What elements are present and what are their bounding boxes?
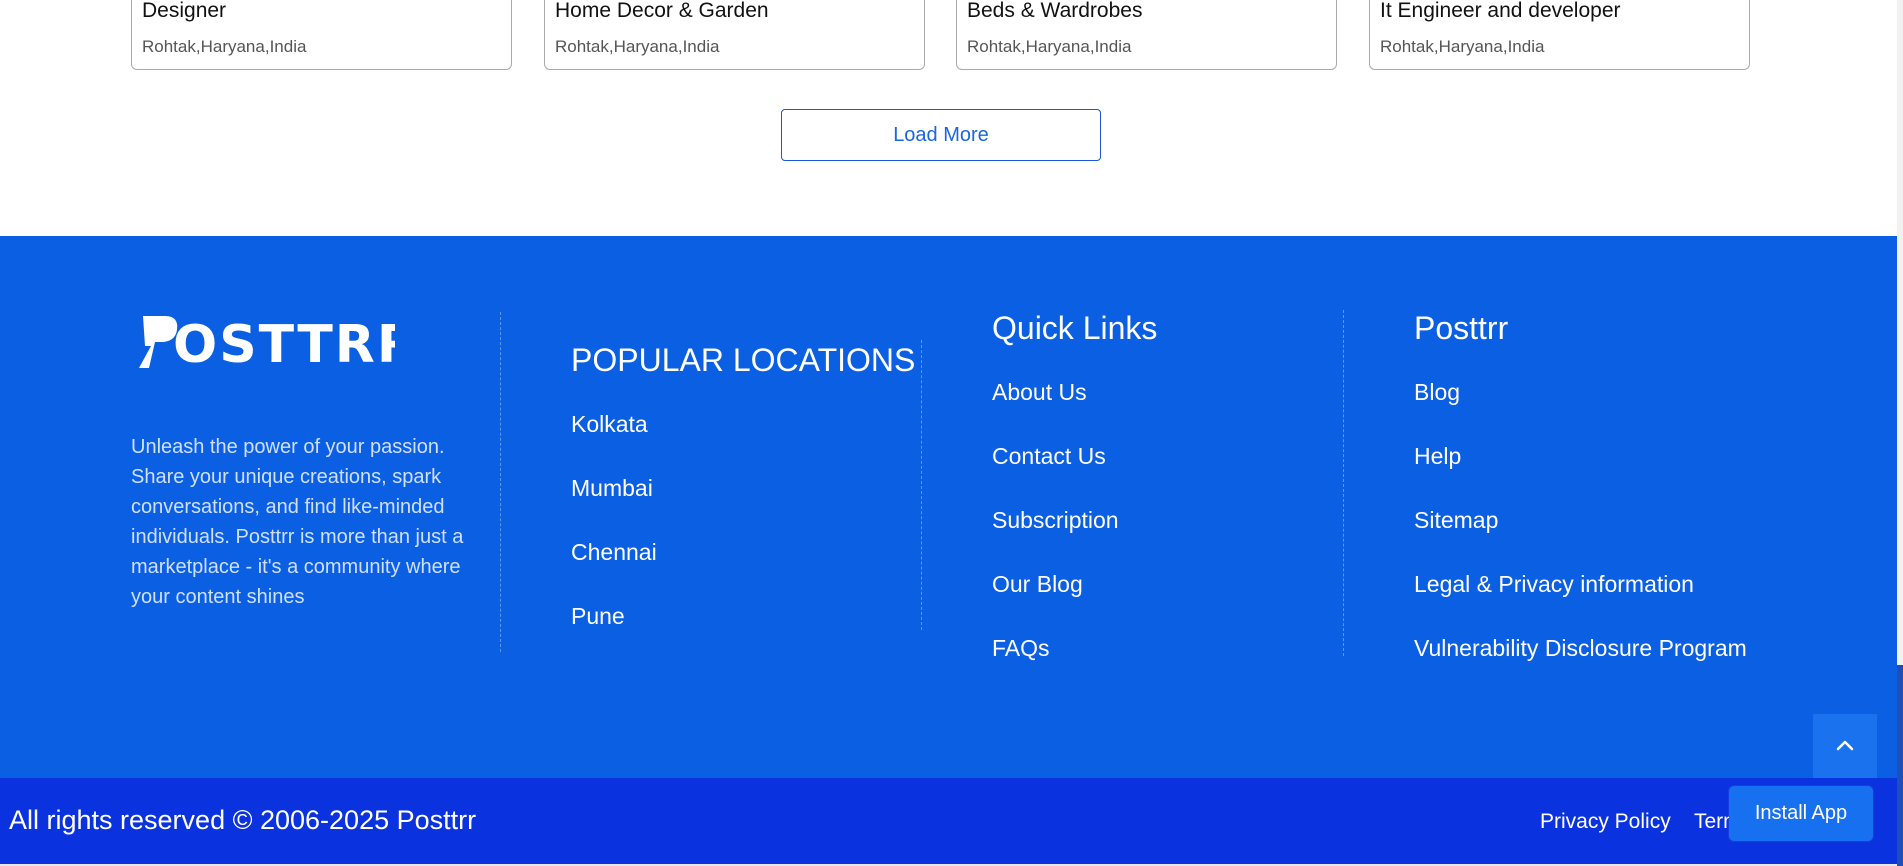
footer-link-our-blog[interactable]: Our Blog bbox=[992, 571, 1083, 598]
footer-divider bbox=[500, 312, 501, 652]
listing-title: It Engineer and developer bbox=[1380, 0, 1621, 22]
listing-location: Rohtak,Haryana,India bbox=[967, 37, 1132, 56]
scrollbar-thumb[interactable] bbox=[1897, 665, 1903, 866]
listing-title: Designer bbox=[142, 0, 227, 22]
footer-link-contact-us[interactable]: Contact Us bbox=[992, 443, 1106, 470]
listing-location: Rohtak,Haryana,India bbox=[1380, 37, 1545, 56]
listing-card[interactable]: Beds & Wardrobes Rohtak,Haryana,India bbox=[956, 0, 1337, 70]
copyright-text: All rights reserved © 2006-2025 Posttrr bbox=[9, 805, 477, 835]
chevron-up-icon bbox=[1836, 740, 1854, 751]
location-link-mumbai[interactable]: Mumbai bbox=[571, 475, 653, 502]
footer-link-faqs[interactable]: FAQs bbox=[992, 635, 1050, 662]
location-link-pune[interactable]: Pune bbox=[571, 603, 625, 630]
posttrr-logo[interactable]: OSTTRR bbox=[135, 312, 417, 379]
listing-title: Beds & Wardrobes bbox=[967, 0, 1143, 22]
listing-title: Home Decor & Garden bbox=[555, 0, 769, 22]
load-more-button[interactable]: Load More bbox=[781, 109, 1101, 161]
footer-link-subscription[interactable]: Subscription bbox=[992, 507, 1119, 534]
location-link-kolkata[interactable]: Kolkata bbox=[571, 411, 648, 438]
back-to-top-button[interactable] bbox=[1813, 714, 1877, 778]
listing-location: Rohtak,Haryana,India bbox=[555, 37, 720, 56]
footer-divider bbox=[921, 340, 922, 630]
footer-link-about-us[interactable]: About Us bbox=[992, 379, 1087, 406]
svg-text:OSTTRR: OSTTRR bbox=[173, 315, 395, 374]
listing-location: Rohtak,Haryana,India bbox=[142, 37, 307, 56]
footer-link-vulnerability-disclosure[interactable]: Vulnerability Disclosure Program bbox=[1414, 635, 1747, 662]
install-app-button[interactable]: Install App bbox=[1729, 786, 1873, 841]
listing-card[interactable]: Designer Rohtak,Haryana,India bbox=[131, 0, 512, 70]
privacy-policy-link[interactable]: Privacy Policy bbox=[1540, 810, 1671, 834]
popular-locations-heading: POPULAR LOCATIONS bbox=[571, 342, 916, 378]
posttrr-heading: Posttrr bbox=[1414, 310, 1509, 346]
posttrr-logo-icon: OSTTRR bbox=[139, 315, 417, 375]
listing-card[interactable]: Home Decor & Garden Rohtak,Haryana,India bbox=[544, 0, 925, 70]
footer-link-legal-privacy[interactable]: Legal & Privacy information bbox=[1414, 571, 1694, 598]
footer-divider bbox=[1343, 310, 1344, 656]
listing-card[interactable]: It Engineer and developer Rohtak,Haryana… bbox=[1369, 0, 1750, 70]
quick-links-heading: Quick Links bbox=[992, 310, 1158, 346]
location-link-chennai[interactable]: Chennai bbox=[571, 539, 657, 566]
footer-link-help[interactable]: Help bbox=[1414, 443, 1461, 470]
footer-link-blog[interactable]: Blog bbox=[1414, 379, 1460, 406]
footer-about-text: Unleash the power of your passion. Share… bbox=[131, 436, 464, 608]
footer-link-sitemap[interactable]: Sitemap bbox=[1414, 507, 1498, 534]
